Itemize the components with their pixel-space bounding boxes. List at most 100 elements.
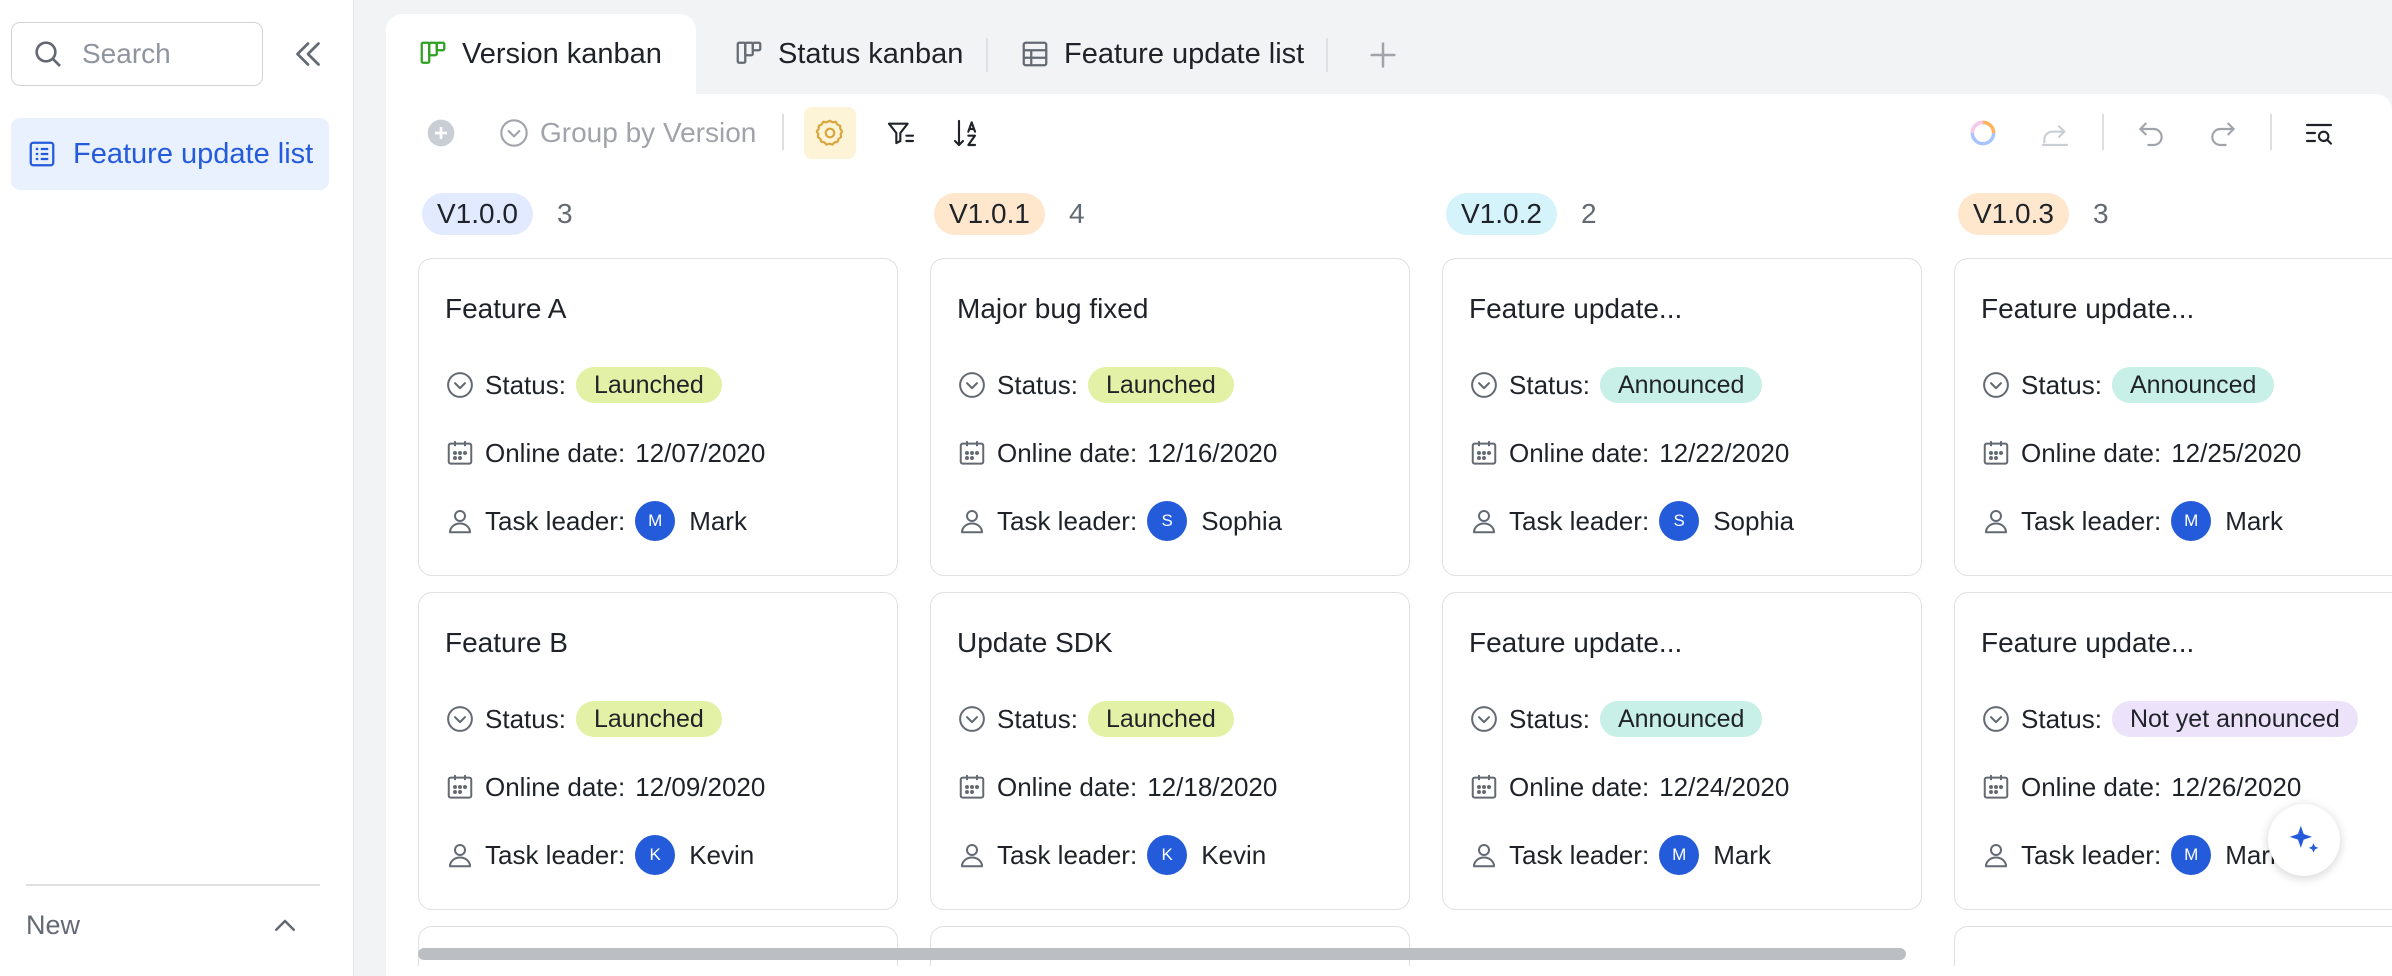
undo-button[interactable] [2132,114,2170,152]
date-field: Online date: 12/26/2020 [1981,767,2301,807]
kanban-card-partial[interactable] [1954,926,2392,966]
column-count: 3 [2092,198,2109,229]
card-title: Feature update... [1981,293,2195,324]
calendar-icon [959,775,985,799]
status-tag: Launched [1087,701,1234,737]
card-settings-button[interactable] [804,107,856,159]
person-icon [1473,844,1495,868]
toolbar-separator [2270,114,2272,150]
search-input[interactable]: Search [11,22,263,86]
avatar: M [635,501,676,541]
field-label: Task leader: [997,839,1138,870]
field-label: Online date: [997,771,1138,802]
person-icon [1985,510,2007,534]
leader-field: Task leader: M Mark [1981,835,2283,875]
list-search-icon [2305,123,2333,145]
collapse-sidebar-icon[interactable] [290,36,326,72]
version-badge: V1.0.3 [1958,193,2069,235]
card-title: Feature update... [1469,293,1683,324]
tab-status-kanban[interactable]: Status kanban [734,14,963,94]
date-value: 12/24/2020 [1659,771,1790,802]
leader-field: Task leader: M Mark [445,501,747,541]
redo-icon [2211,122,2235,147]
chevron-circle-icon [959,372,985,398]
filter-button[interactable] [882,114,920,152]
avatar: M [2171,501,2212,541]
tab-feature-update-list[interactable]: Feature update list [1020,14,1304,94]
status-tag: Not yet announced [2111,701,2358,737]
ai-assistant-button[interactable] [2268,804,2340,876]
share-icon [2041,125,2069,147]
card-title: Update SDK [957,627,1113,658]
group-by-button[interactable]: Group by Version [498,114,756,152]
kanban-card[interactable]: Feature A Status: Launched Online date: … [418,258,898,576]
leader-field: Task leader: M Mark [1981,501,2283,541]
horizontal-scrollbar[interactable] [418,948,1906,960]
leader-name: Mark [1713,839,1771,870]
sparkle-icon [2289,825,2319,853]
add-record-button[interactable] [422,114,460,152]
field-label: Status: [485,703,566,734]
new-section-toggle[interactable]: New [26,910,300,941]
kanban-card[interactable]: Feature update... Status: Announced Onli… [1442,592,1922,910]
kanban-card[interactable]: Update SDK Status: Launched Online date:… [930,592,1410,910]
status-field: Status: Launched [957,699,1234,739]
field-label: Online date: [485,771,626,802]
sidebar-item-feature-update-list[interactable]: Feature update list [11,118,329,190]
card-title: Feature A [445,293,567,324]
sidebar-divider [26,884,320,886]
field-label: Status: [1509,703,1590,734]
gear-icon [815,119,844,146]
avatar: S [1659,501,1700,541]
kanban-card[interactable]: Major bug fixed Status: Launched Online … [930,258,1410,576]
sort-icon [953,119,977,147]
field-label: Status: [997,369,1078,400]
field-label: Task leader: [2021,505,2162,536]
ai-assist-loading[interactable] [1964,114,2002,152]
leader-name: Mark [689,505,747,536]
chevron-circle-icon [1983,706,2009,732]
redo-button[interactable] [2204,114,2242,152]
search-records-button[interactable] [2300,114,2338,152]
date-value: 12/07/2020 [635,437,766,468]
calendar-icon [1471,441,1497,465]
leader-name: Kevin [1201,839,1267,870]
date-value: 12/09/2020 [635,771,766,802]
status-field: Status: Not yet announced [1981,699,2358,739]
tab-version-kanban[interactable]: Version kanban [386,14,696,94]
kanban-column-v101: V1.0.1 4 Major bug fixed Status: Launche… [930,192,1410,966]
kanban-card[interactable]: Feature update... Status: Announced Onli… [1442,258,1922,576]
leader-field: Task leader: M Mark [1469,835,1771,875]
leader-name: Mark [2225,505,2283,536]
status-tag: Launched [575,701,722,737]
person-icon [449,844,471,868]
status-field: Status: Announced [1469,699,1763,739]
date-field: Online date: 12/24/2020 [1469,767,1789,807]
kanban-card[interactable]: Feature B Status: Launched Online date: … [418,592,898,910]
person-icon [961,844,983,868]
view-tabs: Version kanban Status kanban Feature upd… [354,0,2392,94]
chevron-circle-icon [447,706,473,732]
leader-field: Task leader: S Sophia [957,501,1282,541]
card-title: Major bug fixed [957,293,1149,324]
kanban-card-partial[interactable] [418,926,898,966]
kanban-card[interactable]: Feature update... Status: Announced Onli… [1954,258,2392,576]
tab-label: Feature update list [1064,37,1305,70]
chevron-up-icon [275,919,295,931]
toolbar-separator [782,114,784,150]
field-label: Online date: [2021,437,2162,468]
add-view-icon[interactable] [1366,38,1400,72]
date-field: Online date: 12/25/2020 [1981,433,2301,473]
leader-field: Task leader: K Kevin [445,835,754,875]
new-label: New [26,910,81,940]
kanban-icon [420,41,446,64]
avatar: M [2171,835,2212,875]
kanban-icon [736,41,762,64]
status-tag: Announced [1599,701,1763,737]
kanban-card-partial[interactable] [930,926,1410,966]
date-value: 12/18/2020 [1147,771,1278,802]
leader-field: Task leader: K Kevin [957,835,1266,875]
sort-button[interactable] [948,114,986,152]
share-button[interactable] [2036,114,2074,152]
date-field: Online date: 12/16/2020 [957,433,1277,473]
